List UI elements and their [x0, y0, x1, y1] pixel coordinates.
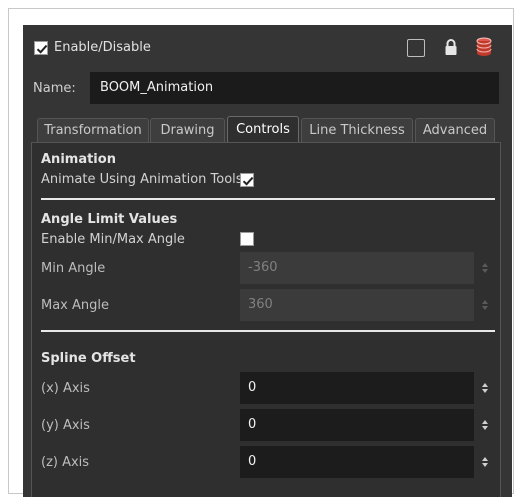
- animation-section-title: Animation: [41, 152, 116, 167]
- checkmark-icon: [242, 176, 254, 186]
- section-divider: [41, 198, 495, 200]
- y-axis-label: (y) Axis: [41, 418, 90, 433]
- max-angle-field[interactable]: 360: [240, 289, 474, 321]
- tab-controls[interactable]: Controls: [227, 116, 299, 142]
- database-icon[interactable]: [476, 37, 492, 57]
- tab-line-thickness[interactable]: Line Thickness: [301, 118, 413, 142]
- section-divider: [41, 330, 495, 332]
- min-angle-label: Min Angle: [41, 261, 106, 276]
- x-axis-field[interactable]: 0: [240, 372, 474, 404]
- angle-limits-section-title: Angle Limit Values: [41, 212, 178, 227]
- x-axis-label: (x) Axis: [41, 381, 90, 396]
- tab-drawing[interactable]: Drawing: [150, 118, 225, 142]
- min-angle-field[interactable]: -360: [240, 252, 474, 284]
- z-axis-field[interactable]: 0: [240, 446, 474, 478]
- padlock-icon[interactable]: [444, 38, 458, 56]
- z-axis-label: (z) Axis: [41, 455, 90, 470]
- lock-toggle-box-icon[interactable]: [407, 39, 425, 57]
- enable-min-max-angle-label: Enable Min/Max Angle: [41, 232, 185, 247]
- enable-disable-checkbox[interactable]: [34, 41, 48, 55]
- animate-tools-checkbox[interactable]: [240, 173, 254, 187]
- layer-properties-panel: Enable/Disable Name: BOOM_Animation Tran…: [23, 25, 512, 497]
- y-axis-field[interactable]: 0: [240, 409, 474, 441]
- top-bar: Enable/Disable: [23, 25, 512, 73]
- min-angle-spinner-icon[interactable]: [481, 262, 489, 274]
- y-axis-spinner-icon[interactable]: [481, 419, 489, 431]
- enable-min-max-angle-checkbox[interactable]: [240, 232, 254, 246]
- max-angle-spinner-icon[interactable]: [481, 299, 489, 311]
- tab-transformation[interactable]: Transformation: [37, 118, 149, 142]
- tab-advanced[interactable]: Advanced: [415, 118, 495, 142]
- name-field[interactable]: BOOM_Animation: [90, 72, 499, 104]
- controls-tab-content: Animation Animate Using Animation Tools …: [31, 142, 501, 497]
- enable-disable-label: Enable/Disable: [54, 40, 151, 55]
- spline-offset-section-title: Spline Offset: [41, 351, 136, 366]
- max-angle-label: Max Angle: [41, 298, 110, 313]
- name-label: Name:: [33, 81, 76, 96]
- x-axis-spinner-icon[interactable]: [481, 382, 489, 394]
- checkmark-icon: [36, 44, 48, 54]
- z-axis-spinner-icon[interactable]: [481, 456, 489, 468]
- animate-tools-label: Animate Using Animation Tools: [41, 172, 243, 187]
